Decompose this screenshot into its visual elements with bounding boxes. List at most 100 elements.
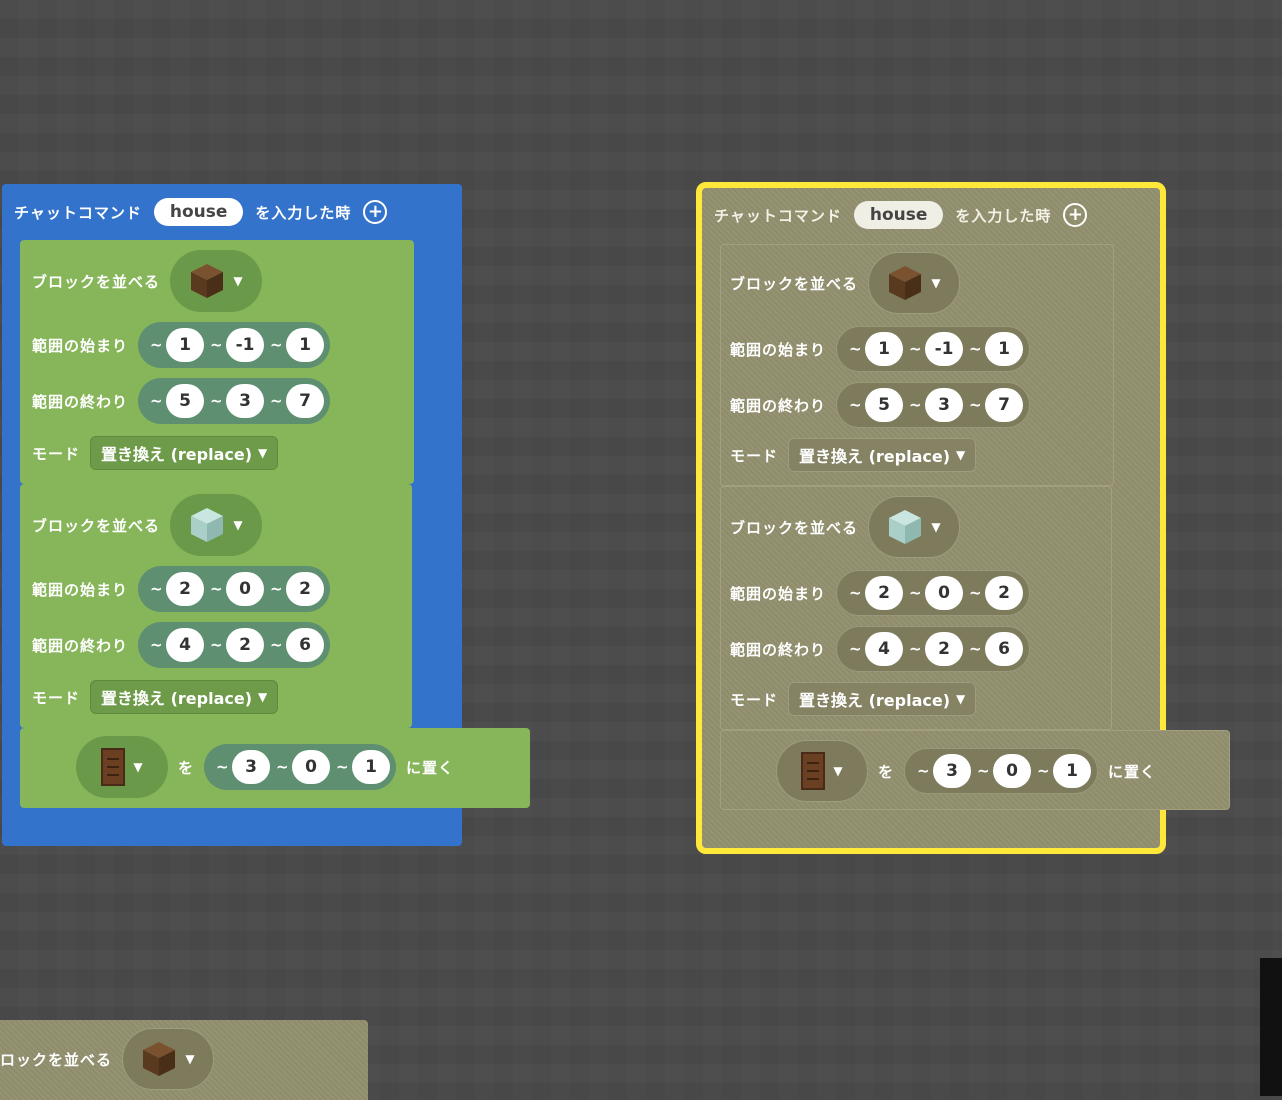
chevron-down-icon: ▼ — [956, 448, 966, 462]
fill-label: ブロックを並べる — [730, 518, 859, 537]
fill-label: ブロックを並べる — [32, 272, 161, 291]
place-suffix-label: に置く — [1108, 762, 1157, 781]
coord-y[interactable]: 0 — [292, 750, 331, 784]
coord-y: 0 — [993, 754, 1032, 788]
chevron-down-icon: ▼ — [133, 760, 143, 774]
position-input[interactable]: ~5 ~3 ~7 — [138, 378, 331, 424]
coord-x: 3 — [933, 754, 972, 788]
event-prefix-label: チャットコマンド — [714, 206, 842, 225]
mode-dropdown: 置き換え (replace) ▼ — [788, 438, 977, 472]
coord-z[interactable]: 2 — [286, 572, 325, 606]
coord-z[interactable]: 1 — [286, 328, 325, 362]
mode-value: 置き換え (replace) — [799, 447, 951, 466]
coord-x: 4 — [865, 632, 904, 666]
command-input[interactable]: house — [153, 198, 244, 226]
fill-label: ブロックを並べる — [32, 516, 161, 535]
chevron-down-icon: ▼ — [931, 276, 941, 290]
mode-dropdown[interactable]: 置き換え (replace) ▼ — [90, 436, 279, 470]
block-picker[interactable]: ▼ — [76, 736, 168, 798]
mode-label: モード — [32, 688, 81, 707]
coord-x[interactable]: 1 — [166, 328, 205, 362]
wo-label: を — [178, 758, 195, 777]
position-input[interactable]: ~2 ~0 ~2 — [138, 566, 331, 612]
position-input[interactable]: ~4 ~2 ~6 — [138, 622, 331, 668]
block-picker[interactable]: ▼ — [170, 250, 263, 312]
position-input: ~2 ~0 ~2 — [836, 570, 1031, 616]
coord-x[interactable]: 4 — [166, 628, 205, 662]
block-picker: ▼ — [776, 740, 868, 802]
coord-x: 2 — [865, 576, 904, 610]
wo-label: を — [878, 762, 895, 781]
coord-y[interactable]: 2 — [226, 628, 265, 662]
mode-value: 置き換え (replace) — [101, 689, 253, 708]
coord-z[interactable]: 1 — [352, 750, 391, 784]
block-picker: ▼ — [868, 496, 961, 558]
range-end-label: 範囲の終わり — [32, 392, 129, 411]
range-start-label: 範囲の始まり — [32, 580, 129, 599]
chevron-down-icon: ▼ — [833, 764, 843, 778]
coord-y[interactable]: 0 — [226, 572, 265, 606]
mode-value: 置き換え (replace) — [799, 691, 951, 710]
block-picker[interactable]: ▼ — [122, 1028, 215, 1090]
mode-value: 置き換え (replace) — [101, 445, 253, 464]
coord-z: 1 — [985, 332, 1024, 366]
position-input[interactable]: ~1 ~ -1 ~1 — [138, 322, 331, 368]
mode-dropdown: 置き換え (replace) ▼ — [788, 682, 977, 716]
chevron-down-icon: ▼ — [258, 690, 268, 704]
position-input: ~5 ~3 ~7 — [836, 382, 1031, 428]
mode-label: モード — [730, 446, 779, 465]
event-suffix-label: を入力した時 — [255, 203, 352, 222]
block-picker: ▼ — [868, 252, 961, 314]
fill-label: ブロックを並べる — [730, 274, 859, 293]
position-input: ~1 ~ -1 ~1 — [836, 326, 1031, 372]
chevron-down-icon: ▼ — [233, 274, 243, 288]
command-input: house — [853, 201, 944, 229]
chevron-down-icon: ▼ — [233, 518, 243, 532]
door-icon — [101, 748, 126, 786]
dirt-cube-icon — [143, 1042, 176, 1076]
dirt-cube-icon — [191, 264, 224, 298]
scrollbar[interactable] — [1260, 958, 1282, 1096]
ghost-hat: チャットコマンド house を入力した時 + — [702, 188, 1158, 242]
range-end-label: 範囲の終わり — [730, 640, 827, 659]
range-end-label: 範囲の終わり — [730, 396, 827, 415]
coord-z: 7 — [985, 388, 1024, 422]
coord-z[interactable]: 6 — [286, 628, 325, 662]
plus-circle-icon: + — [1063, 203, 1088, 227]
position-input: ~3 ~0 ~1 — [904, 748, 1099, 794]
chevron-down-icon: ▼ — [956, 692, 966, 706]
coord-x[interactable]: 5 — [166, 384, 205, 418]
range-end-label: 範囲の終わり — [32, 636, 129, 655]
door-icon — [801, 752, 826, 790]
coord-y[interactable]: 3 — [226, 384, 265, 418]
coord-y: 3 — [925, 388, 964, 422]
coord-x[interactable]: 3 — [232, 750, 271, 784]
mode-dropdown[interactable]: 置き換え (replace) ▼ — [90, 680, 279, 714]
glass-cube-icon — [889, 510, 922, 544]
coord-x: 1 — [865, 332, 904, 366]
position-input[interactable]: ~3 ~0 ~1 — [204, 744, 397, 790]
coord-z: 2 — [985, 576, 1024, 610]
range-start-label: 範囲の始まり — [32, 336, 129, 355]
coord-y: -1 — [925, 332, 964, 366]
chevron-down-icon: ▼ — [185, 1052, 195, 1066]
place-suffix-label: に置く — [406, 758, 455, 777]
range-start-label: 範囲の始まり — [730, 340, 827, 359]
event-hat[interactable]: チャットコマンド house を入力した時 + — [2, 184, 462, 240]
event-suffix-label: を入力した時 — [955, 206, 1052, 225]
mode-label: モード — [730, 690, 779, 709]
chevron-down-icon: ▼ — [258, 446, 268, 460]
block-picker[interactable]: ▼ — [170, 494, 263, 556]
position-input: ~4 ~2 ~6 — [836, 626, 1031, 672]
coord-z: 6 — [985, 632, 1024, 666]
range-start-label: 範囲の始まり — [730, 584, 827, 603]
mode-label: モード — [32, 444, 81, 463]
fill-label: ロックを並べる — [0, 1050, 113, 1069]
plus-circle-icon[interactable]: + — [363, 200, 388, 224]
coord-y: 0 — [925, 576, 964, 610]
coord-z[interactable]: 7 — [286, 384, 325, 418]
event-prefix-label: チャットコマンド — [14, 203, 142, 222]
chevron-down-icon: ▼ — [931, 520, 941, 534]
coord-x[interactable]: 2 — [166, 572, 205, 606]
coord-y[interactable]: -1 — [226, 328, 265, 362]
